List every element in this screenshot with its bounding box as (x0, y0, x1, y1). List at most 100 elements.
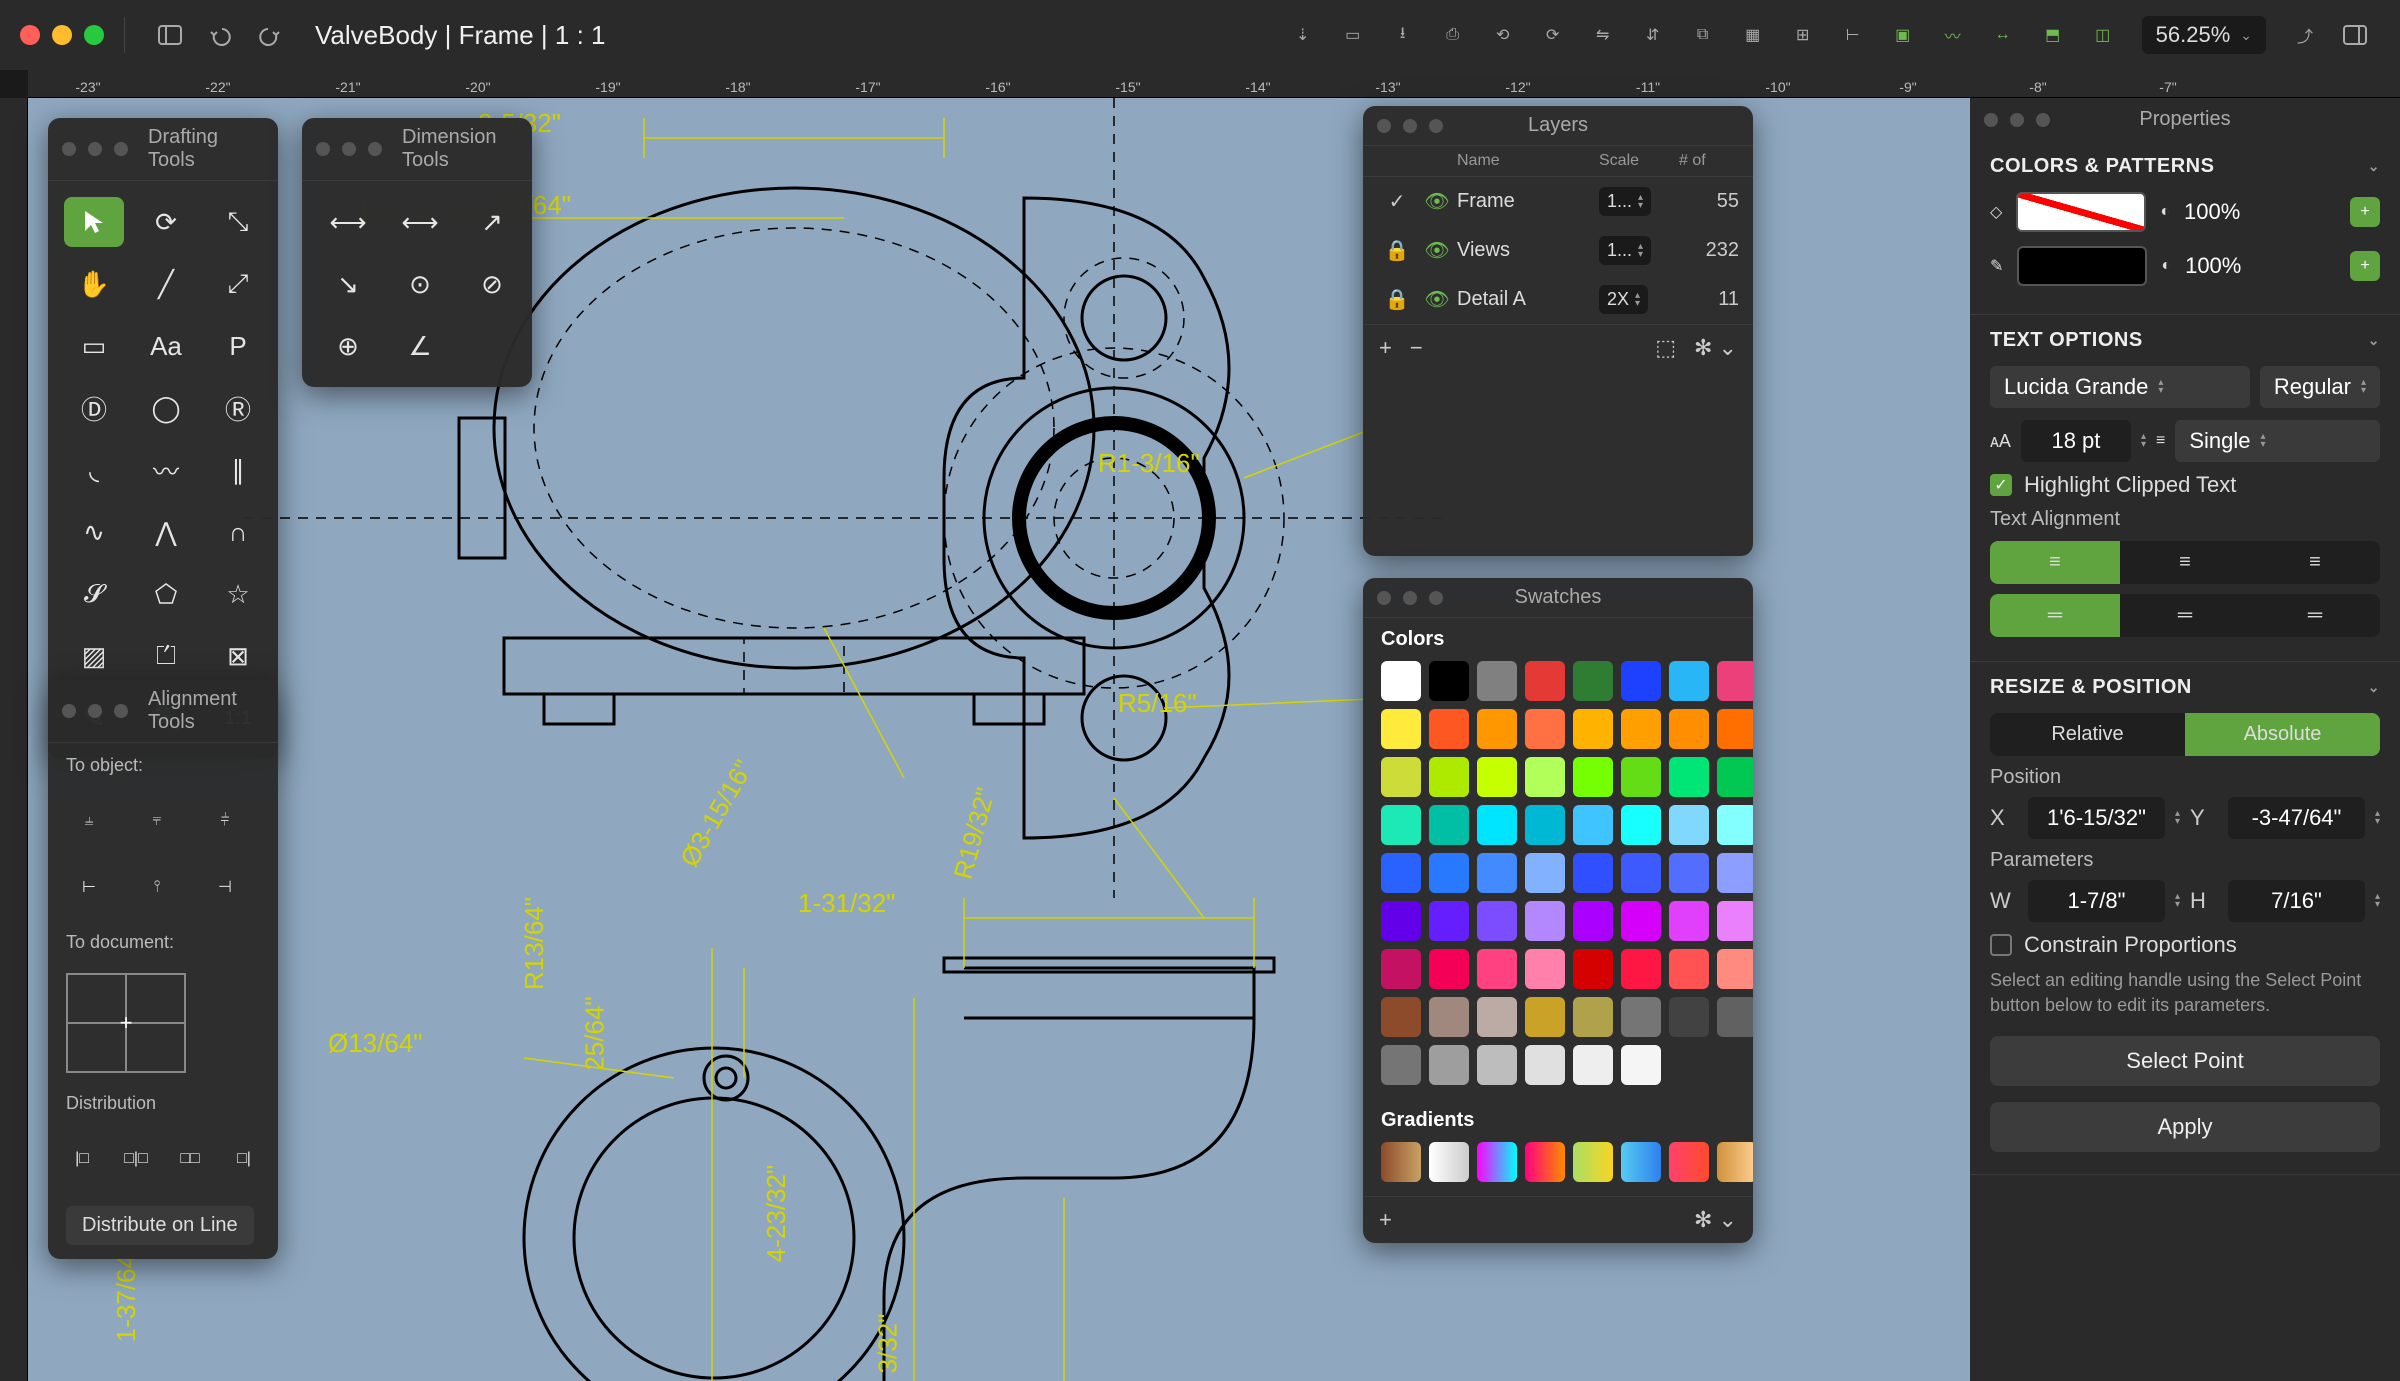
layer-icon[interactable]: ◫ (2088, 20, 2118, 50)
color-swatch[interactable] (1717, 805, 1753, 845)
color-swatch[interactable] (1621, 949, 1661, 989)
freehand-tool[interactable]: 𝓢 (64, 569, 124, 619)
chevron-down-icon[interactable]: ⌄ (2368, 158, 2380, 175)
color-swatch[interactable] (1669, 949, 1709, 989)
align-vcenter-icon[interactable]: ⫩ (202, 798, 248, 844)
polygon-tool[interactable]: P (208, 321, 268, 371)
angle-line-tool[interactable]: ⤢ (208, 259, 268, 309)
color-swatch[interactable] (1621, 901, 1661, 941)
chevron-down-icon[interactable]: ⌄ (2368, 332, 2380, 349)
dim-center-tool[interactable]: ⊕ (318, 321, 378, 371)
dimension-tools-panel[interactable]: Dimension Tools ⟷ ⟷ ↗ ↘ ⊙ ⊘ ⊕ ∠ (302, 118, 532, 387)
font-weight-select[interactable]: Regular▴▾ (2260, 366, 2380, 408)
group-icon[interactable]: ▣ (1888, 20, 1918, 50)
line-spacing-select[interactable]: Single▴▾ (2175, 420, 2380, 462)
color-swatch[interactable] (1477, 757, 1517, 797)
valign-top-button[interactable]: ═ (1990, 594, 2120, 637)
fill-opacity[interactable]: 100% (2184, 199, 2240, 225)
color-swatch[interactable] (1573, 709, 1613, 749)
color-swatch[interactable] (1717, 853, 1753, 893)
color-swatch[interactable] (1381, 853, 1421, 893)
layer-row[interactable]: 🔒 👁 Detail A 2X ▴▾ 11 (1363, 275, 1753, 324)
gradient-swatch[interactable] (1381, 1142, 1421, 1182)
color-swatch[interactable] (1717, 661, 1753, 701)
constrain-checkbox[interactable] (1990, 934, 2012, 956)
align-top-icon[interactable]: ⫧ (134, 798, 180, 844)
color-swatch[interactable] (1621, 709, 1661, 749)
import-icon[interactable]: ⇣ (1288, 20, 1318, 50)
rotate-tool[interactable]: ⟳ (136, 197, 196, 247)
lock-icon[interactable]: 🔒 (1377, 238, 1417, 263)
copy-icon[interactable]: ⧉ (1688, 20, 1718, 50)
redo-icon[interactable] (255, 20, 285, 50)
layer-select-icon[interactable]: ⬚ (1655, 335, 1676, 360)
dim-vertical-tool[interactable]: ⟷ (390, 197, 450, 247)
chevron-down-icon[interactable]: ⌄ (2368, 679, 2380, 696)
color-swatch[interactable] (1669, 661, 1709, 701)
color-swatch[interactable] (1573, 1045, 1613, 1085)
stroke-opacity[interactable]: 100% (2185, 253, 2241, 279)
lock-icon[interactable]: 🔒 (1377, 287, 1417, 312)
color-swatch[interactable] (1525, 661, 1565, 701)
alignment-tools-panel[interactable]: Alignment Tools To object: ⫨ ⫧ ⫩ ⊢ ⫯ ⊣ T… (48, 680, 278, 1259)
color-swatch[interactable] (1381, 949, 1421, 989)
relative-button[interactable]: Relative (1990, 713, 2185, 756)
highlight-clipped-checkbox[interactable]: ✓ (1990, 474, 2012, 496)
document-anchor-grid[interactable]: + (66, 973, 186, 1073)
measure-icon[interactable]: 〰 (1938, 20, 1968, 50)
drafting-tools-panel[interactable]: Drafting Tools ⟳ ⤡ ✋ ╱ ⤢ ▭ Aa P Ⓓ ◯ Ⓡ ◟ … (48, 118, 278, 759)
remove-layer-icon[interactable]: − (1410, 335, 1423, 360)
color-swatch[interactable] (1669, 709, 1709, 749)
ellipse-tool[interactable]: ◯ (136, 383, 196, 433)
arc-tool[interactable]: ◟ (64, 445, 124, 495)
color-swatch[interactable] (1429, 949, 1469, 989)
save-icon[interactable]: ⭳ (1388, 20, 1418, 50)
color-swatch[interactable] (1621, 757, 1661, 797)
dim-diameter-tool[interactable]: ⊘ (462, 259, 522, 309)
color-swatch[interactable] (1381, 1045, 1421, 1085)
tripod-tool[interactable]: ⋀ (136, 507, 196, 557)
color-swatch[interactable] (1429, 1045, 1469, 1085)
w-stepper[interactable]: ▴▾ (2175, 893, 2180, 909)
scale-tool[interactable]: ⤡ (208, 197, 268, 247)
color-swatch[interactable] (1717, 901, 1753, 941)
color-swatch[interactable] (1525, 901, 1565, 941)
line-tool[interactable]: ╱ (136, 259, 196, 309)
rotate-cw-icon[interactable]: ⟳ (1538, 20, 1568, 50)
share-icon[interactable]: ⤴ (2290, 20, 2320, 50)
parallel-tool[interactable]: ∥ (208, 445, 268, 495)
distribute-on-line-button[interactable]: Distribute on Line (66, 1206, 254, 1245)
distribute-hcenter-icon[interactable]: □|□ (120, 1136, 152, 1182)
bezier-tool[interactable]: ∿ (64, 507, 124, 557)
valign-bottom-button[interactable]: ═ (2250, 594, 2380, 637)
gradient-swatch[interactable] (1717, 1142, 1753, 1182)
h-stepper[interactable]: ▴▾ (2375, 893, 2380, 909)
dimension-icon[interactable]: ↔ (1988, 20, 2018, 50)
zoom-window-icon[interactable] (84, 25, 104, 45)
gradient-swatch[interactable] (1429, 1142, 1469, 1182)
color-swatch[interactable] (1381, 661, 1421, 701)
shape-tool[interactable]: ⬠ (136, 569, 196, 619)
add-stroke-icon[interactable]: + (2350, 251, 2380, 281)
color-swatch[interactable] (1477, 709, 1517, 749)
close-window-icon[interactable] (20, 25, 40, 45)
align-left-icon[interactable]: ⊢ (66, 864, 112, 910)
color-swatch[interactable] (1669, 757, 1709, 797)
color-swatch[interactable] (1573, 997, 1613, 1037)
stamp-tool[interactable]: ⏍ (136, 631, 196, 681)
color-swatch[interactable] (1477, 901, 1517, 941)
w-field[interactable]: 1-7/8" (2028, 880, 2165, 922)
color-swatch[interactable] (1525, 949, 1565, 989)
color-swatch[interactable] (1429, 709, 1469, 749)
color-swatch[interactable] (1477, 1045, 1517, 1085)
color-swatch[interactable] (1477, 997, 1517, 1037)
sidebar-toggle-icon[interactable] (155, 20, 185, 50)
color-swatch[interactable] (1429, 757, 1469, 797)
gradient-swatch[interactable] (1477, 1142, 1517, 1182)
color-swatch[interactable] (1621, 805, 1661, 845)
color-swatch[interactable] (1429, 997, 1469, 1037)
color-swatch[interactable] (1669, 805, 1709, 845)
layer-options-icon[interactable]: ✻ ⌄ (1694, 335, 1737, 360)
color-swatch[interactable] (1525, 1045, 1565, 1085)
color-swatch[interactable] (1429, 661, 1469, 701)
